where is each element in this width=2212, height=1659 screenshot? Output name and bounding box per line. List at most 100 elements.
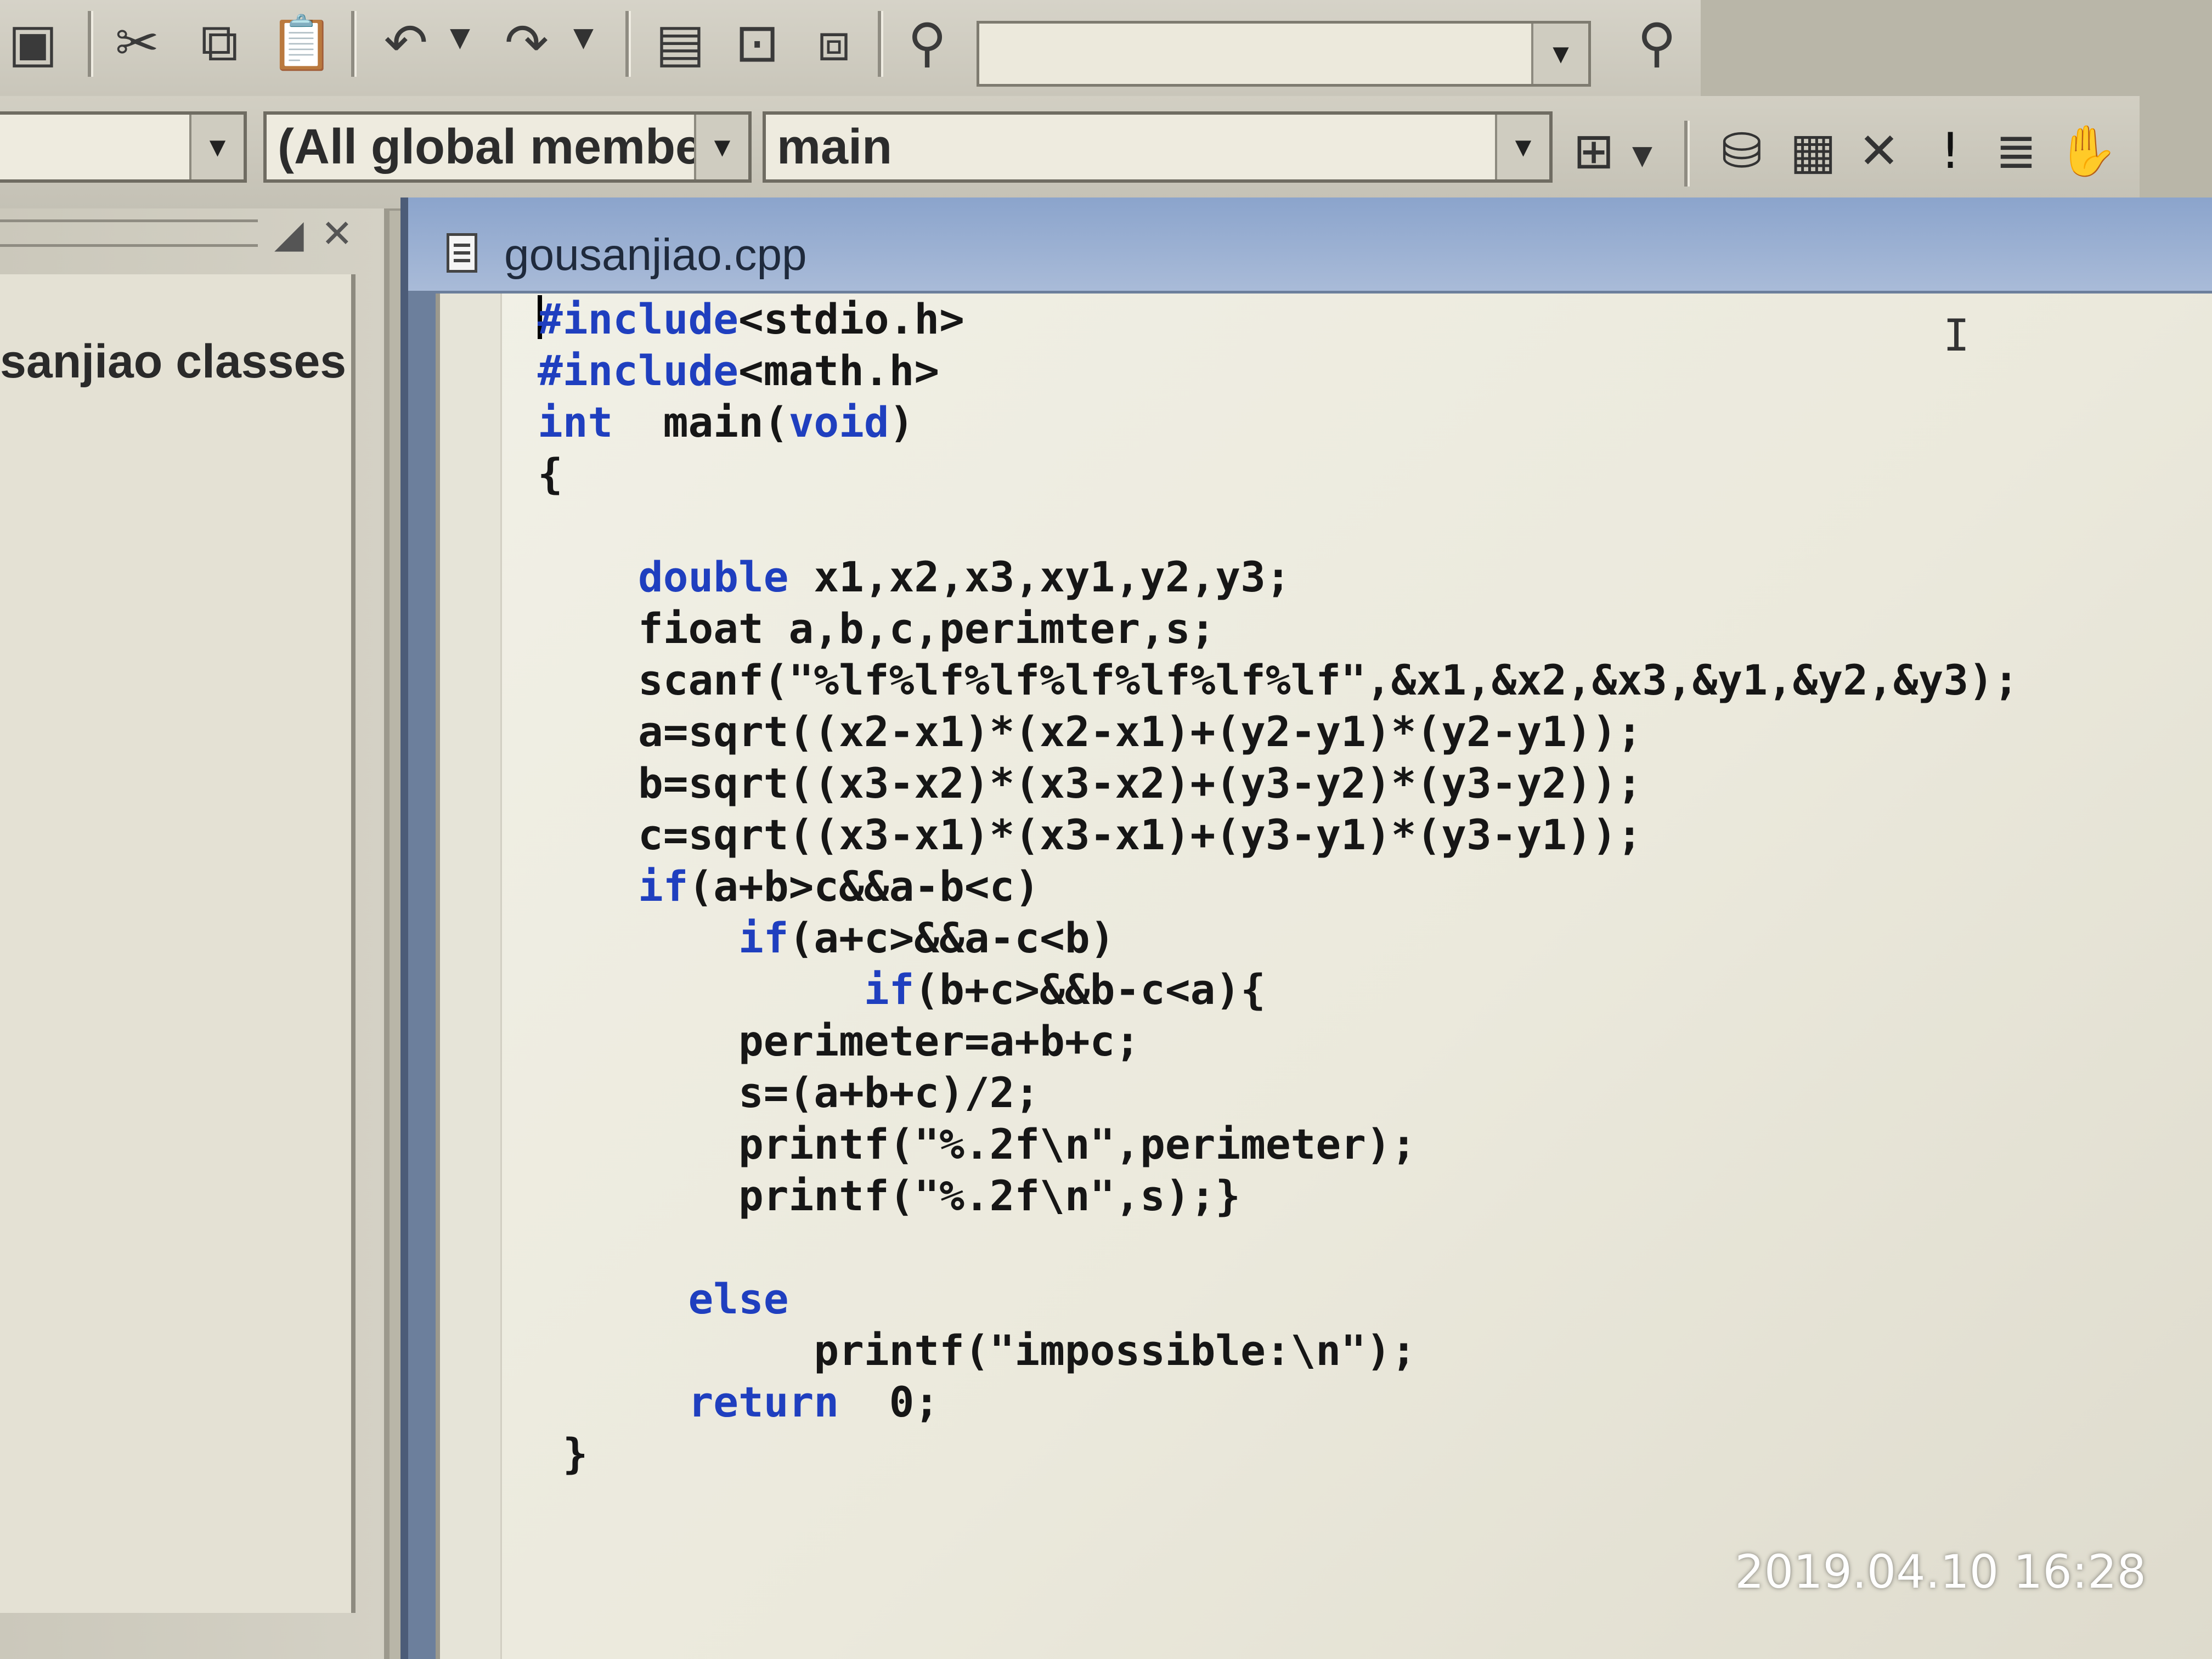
code-token: main( — [613, 398, 789, 447]
redo-dropdown-icon[interactable]: ▼ — [573, 22, 594, 53]
code-line[interactable]: if(b+c>&&b-c<a){ — [538, 964, 2019, 1015]
members-combo-value: (All global members — [278, 120, 750, 174]
undo-dropdown-icon[interactable]: ▼ — [450, 22, 470, 53]
copy-icon[interactable]: ⧉ — [187, 10, 252, 76]
function-dropdown-icon[interactable]: ▼ — [1495, 115, 1549, 179]
workspace-window-icon[interactable]: ▤ — [647, 10, 713, 76]
code-token: (a+b>c&&a-b<c) — [688, 862, 1040, 911]
code-token: (a+c>&&a-c<b) — [788, 913, 1115, 962]
code-line[interactable]: #include<stdio.h> — [538, 294, 2019, 345]
code-line[interactable]: { — [538, 448, 2019, 500]
editor-window: gousanjiao.cpp #include<stdio.h> #include… — [400, 198, 2212, 1659]
code-line[interactable]: else — [538, 1273, 2019, 1325]
code-line[interactable]: perimeter=a+b+c; — [538, 1015, 2019, 1067]
code-keyword: #include — [538, 295, 739, 343]
code-line[interactable]: scanf("%lf%lf%lf%lf%lf%lf%lf",&x1,&x2,&x… — [538, 654, 2019, 706]
undo-icon[interactable]: ↶ — [373, 10, 439, 76]
code-token: fioat a,b,c,perimter,s; — [538, 604, 1216, 653]
step-icon[interactable]: ≣ — [1986, 121, 2046, 181]
code-line[interactable]: if(a+b>c&&a-b<c) — [538, 861, 2019, 912]
code-line[interactable]: a=sqrt((x2-x1)*(x2-x1)+(y2-y1)*(y2-y1)); — [538, 706, 2019, 758]
code-line[interactable]: int main(void) — [538, 397, 2019, 448]
code-token: <stdio.h> — [738, 295, 964, 343]
code-line[interactable]: if(a+c>&&a-c<b) — [538, 912, 2019, 964]
code-token: (b+c>&&b-c<a){ — [914, 965, 1266, 1014]
workspace-panel: ◢ ✕ sanjiao classes — [0, 208, 390, 1659]
toolbar-separator — [88, 11, 93, 77]
code-keyword: int — [538, 398, 613, 447]
breakpoint-hand-icon[interactable]: ✋ — [2057, 121, 2118, 181]
window-list-icon[interactable]: ⧈ — [801, 10, 867, 76]
code-line[interactable]: double x1,x2,x3,xy1,y2,y3; — [538, 551, 2019, 603]
members-combo[interactable]: (All global members ▼ — [263, 111, 752, 183]
panel-maximize-icon[interactable]: ◢ — [274, 211, 304, 256]
workspace-icon[interactable]: ▣ — [0, 10, 66, 76]
find-combo[interactable]: ▼ — [977, 21, 1591, 87]
function-combo[interactable]: main ▼ — [763, 111, 1553, 183]
code-token: c=sqrt((x3-x1)*(x3-x1)+(y3-y1)*(y3-y1)); — [538, 810, 1643, 859]
code-keyword: else — [688, 1274, 789, 1323]
toolbar-separator — [351, 11, 357, 77]
panel-close-icon[interactable]: ✕ — [321, 211, 353, 256]
code-line[interactable] — [538, 1222, 2019, 1273]
redo-icon[interactable]: ↷ — [494, 10, 560, 76]
code-keyword: #include — [538, 346, 739, 395]
wizard-action-dropdown-icon[interactable]: ▼ — [1632, 140, 1652, 171]
find-in-files-icon[interactable]: ⚲ — [894, 10, 960, 76]
ibeam-cursor-icon: I — [1943, 310, 1970, 361]
code-token: printf("%.2f\n",perimeter); — [538, 1120, 1417, 1169]
code-keyword: if — [738, 913, 789, 962]
code-token: 0; — [839, 1378, 940, 1426]
code-line[interactable]: printf("%.2f\n",s);} — [538, 1170, 2019, 1222]
editor-title: gousanjiao.cpp — [504, 230, 807, 280]
editor-title-bar[interactable]: gousanjiao.cpp — [408, 198, 2212, 291]
code-line[interactable]: } — [538, 1428, 2019, 1480]
execute-icon[interactable]: ! — [1920, 121, 1980, 181]
code-token: b=sqrt((x3-x2)*(x3-x2)+(y3-y2)*(y3-y2)); — [538, 759, 1643, 808]
panel-grip[interactable] — [0, 219, 258, 247]
stop-build-icon[interactable]: ✕ — [1849, 121, 1909, 181]
class-view-tree[interactable]: sanjiao classes — [0, 274, 356, 1613]
wizard-action-icon[interactable]: ⊞ — [1564, 121, 1624, 181]
code-line[interactable]: return 0; — [538, 1376, 2019, 1428]
class-scope-combo[interactable]: ▼ — [0, 111, 247, 183]
code-editor[interactable]: #include<stdio.h> #include<math.h> int mai… — [436, 294, 2212, 1659]
class-view-root-label[interactable]: sanjiao classes — [0, 335, 346, 389]
code-token: { — [538, 449, 563, 498]
code-keyword: if — [638, 862, 689, 911]
build-icon[interactable]: ▦ — [1783, 121, 1843, 181]
code-line[interactable]: c=sqrt((x3-x1)*(x3-x1)+(y3-y1)*(y3-y1)); — [538, 809, 2019, 861]
code-keyword: double — [638, 552, 789, 601]
code-token: scanf("%lf%lf%lf%lf%lf%lf%lf",&x1,&x2,&x… — [538, 656, 2019, 704]
paste-icon[interactable]: 📋 — [269, 10, 335, 76]
toolbar-separator — [625, 11, 631, 77]
members-dropdown-icon[interactable]: ▼ — [694, 115, 748, 179]
code-token: perimeter=a+b+c; — [538, 1017, 1141, 1065]
code-token: } — [538, 1429, 588, 1478]
code-token: a=sqrt((x2-x1)*(x2-x1)+(y2-y1)*(y2-y1)); — [538, 707, 1643, 756]
code-token: s=(a+b+c)/2; — [538, 1068, 1040, 1117]
compile-icon[interactable]: ⛁ — [1712, 121, 1772, 181]
class-scope-dropdown-icon[interactable]: ▼ — [189, 115, 244, 179]
cut-icon[interactable]: ✂ — [104, 10, 170, 76]
find-icon[interactable]: ⚲ — [1624, 10, 1690, 76]
toolbar-separator — [878, 11, 883, 77]
wizard-toolbar: ▼ (All global members ▼ main ▼ ⊞ ▼ ⛁ ▦ ✕… — [0, 96, 2140, 211]
standard-toolbar: ▣ ✂ ⧉ 📋 ↶ ▼ ↷ ▼ ▤ ⊡ ⧈ ⚲ ▼ ⚲ — [0, 0, 1701, 98]
code-line[interactable]: fioat a,b,c,perimter,s; — [538, 603, 2019, 654]
code-line[interactable]: s=(a+b+c)/2; — [538, 1067, 2019, 1119]
code-line[interactable]: printf("%.2f\n",perimeter); — [538, 1119, 2019, 1170]
code-line[interactable] — [538, 500, 2019, 551]
code-line[interactable]: printf("impossible:\n"); — [538, 1325, 2019, 1376]
code-line[interactable]: b=sqrt((x3-x2)*(x3-x2)+(y3-y2)*(y3-y2)); — [538, 758, 2019, 809]
code-line[interactable]: #include<math.h> — [538, 345, 2019, 397]
selection-margin[interactable] — [440, 294, 502, 1659]
code-token: printf("%.2f\n",s);} — [538, 1171, 1241, 1220]
source-file-icon — [447, 233, 477, 273]
code-text[interactable]: #include<stdio.h> #include<math.h> int mai… — [538, 294, 2019, 1480]
output-window-icon[interactable]: ⊡ — [724, 10, 790, 76]
find-dropdown-icon[interactable]: ▼ — [1531, 24, 1588, 84]
